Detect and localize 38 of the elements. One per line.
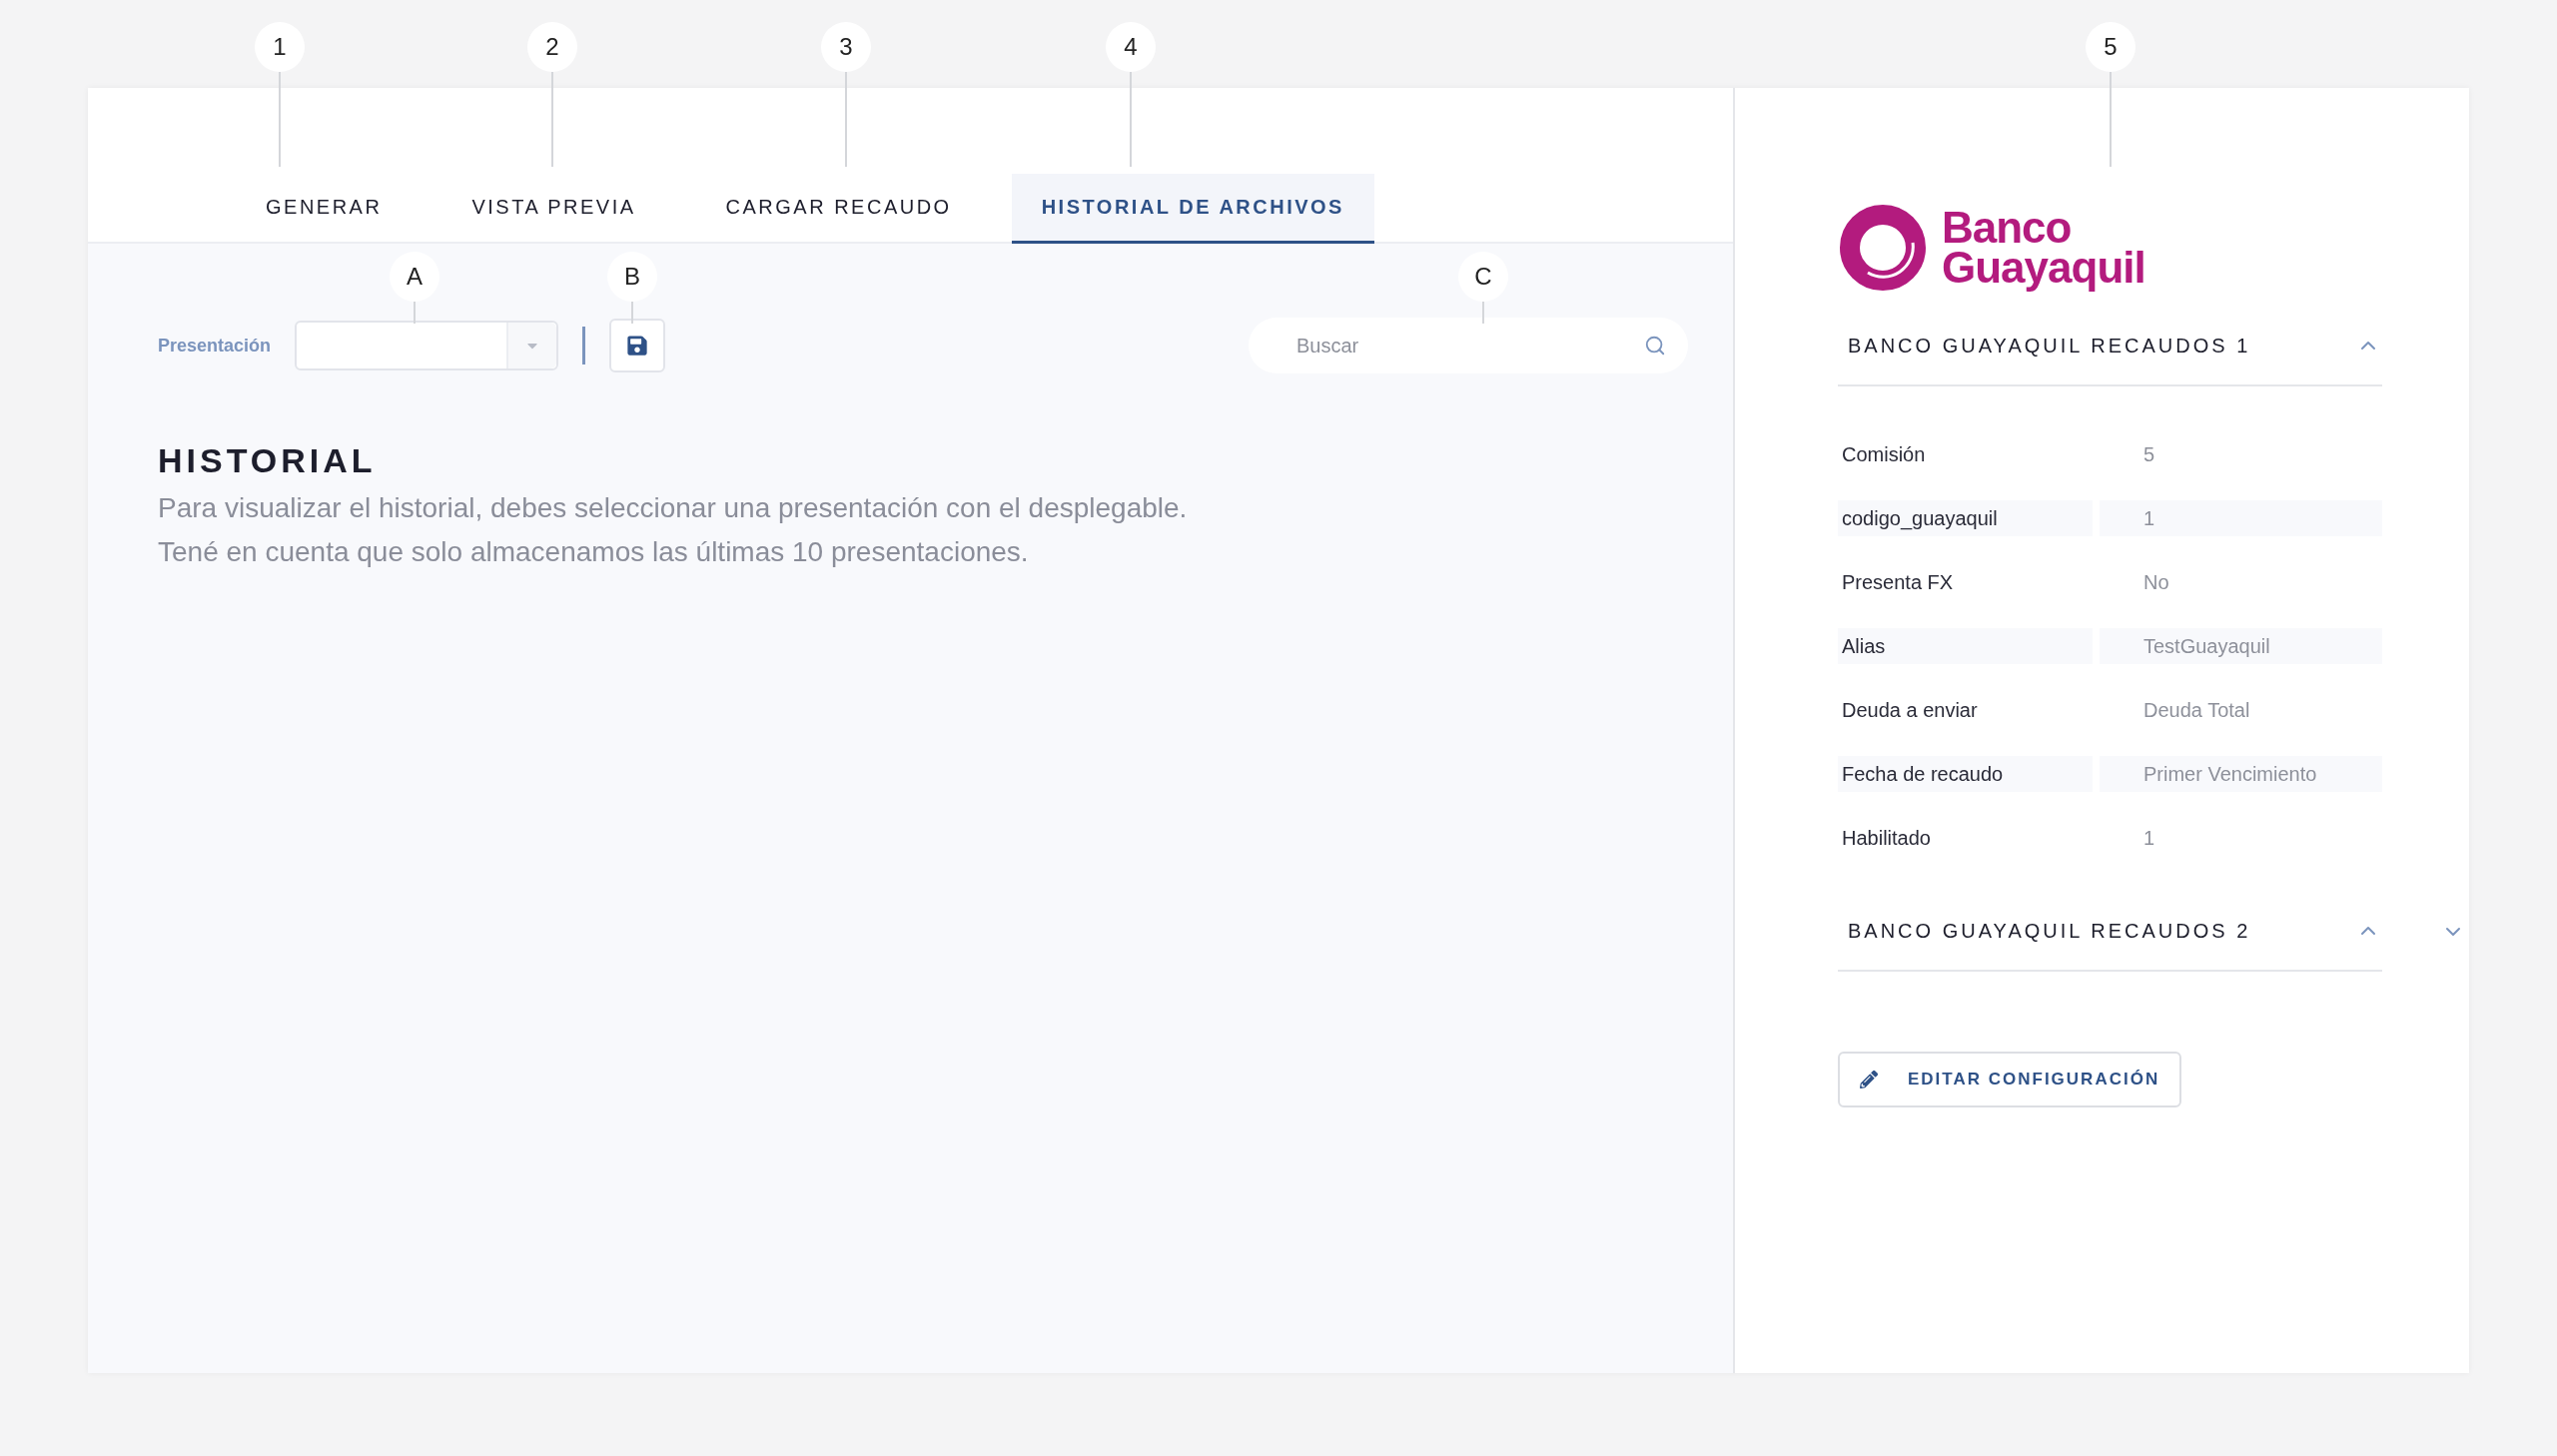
search-input[interactable]: Buscar <box>1294 333 1644 359</box>
field-label: Presentación <box>158 335 272 357</box>
tab[interactable]: HISTORIAL DE ARCHIVOS <box>1011 174 1374 244</box>
property-label: Habilitado <box>1841 825 1932 851</box>
search-field[interactable]: Buscar <box>1249 318 1688 373</box>
callout-marker: 5 <box>2086 22 2135 72</box>
property-label: Comisión <box>1841 441 1927 467</box>
save-button[interactable] <box>609 319 666 372</box>
property-value: Primer Vencimiento <box>2100 756 2382 792</box>
property-label: Fecha de recaudo <box>1838 756 2093 792</box>
property-value: No <box>2142 569 2170 595</box>
property-value: Deuda Total <box>2142 697 2251 723</box>
callout-marker: 3 <box>821 22 871 72</box>
property-value: 1 <box>2100 500 2382 536</box>
pencil-icon <box>1860 1071 1878 1089</box>
tab[interactable]: CARGAR RECAUDO <box>695 174 982 244</box>
tab[interactable]: VISTA PREVIA <box>441 174 666 244</box>
accordion-header[interactable]: BANCO GUAYAQUIL RECAUDOS 1 <box>1838 307 2382 386</box>
accordion-title: BANCO GUAYAQUIL RECAUDOS 2 <box>1848 919 2251 943</box>
accordion-header[interactable]: BANCO GUAYAQUIL RECAUDOS 2 <box>1838 892 2382 972</box>
accordion-title: BANCO GUAYAQUIL RECAUDOS 1 <box>1848 334 2251 358</box>
property-label: Alias <box>1838 628 2093 664</box>
callout-marker: 4 <box>1106 22 1156 72</box>
property-label: Presenta FX <box>1841 569 1955 595</box>
property-label: Deuda a enviar <box>1841 697 1979 723</box>
property-value: TestGuayaquil <box>2100 628 2382 664</box>
callout-marker: 2 <box>527 22 577 72</box>
callout-marker: 1 <box>255 22 305 72</box>
property-value: 5 <box>2142 441 2156 467</box>
tab[interactable]: GENERAR <box>236 174 413 244</box>
property-label: codigo_guayaquil <box>1838 500 2093 536</box>
search-icon <box>1644 335 1666 357</box>
edit-configuration-button[interactable]: EDITAR CONFIGURACIÓN <box>1838 1052 2182 1107</box>
help-text: Para visualizar el historial, debes seleccionar una presentación con el desplegable. <box>158 491 1189 525</box>
ring-logo-icon <box>1838 203 1928 293</box>
section-title: HISTORIAL <box>158 441 378 480</box>
help-text: Tené en cuenta que solo almacenamos las últimas 10 presentaciones. <box>158 535 1030 569</box>
property-value: 1 <box>2142 825 2156 851</box>
